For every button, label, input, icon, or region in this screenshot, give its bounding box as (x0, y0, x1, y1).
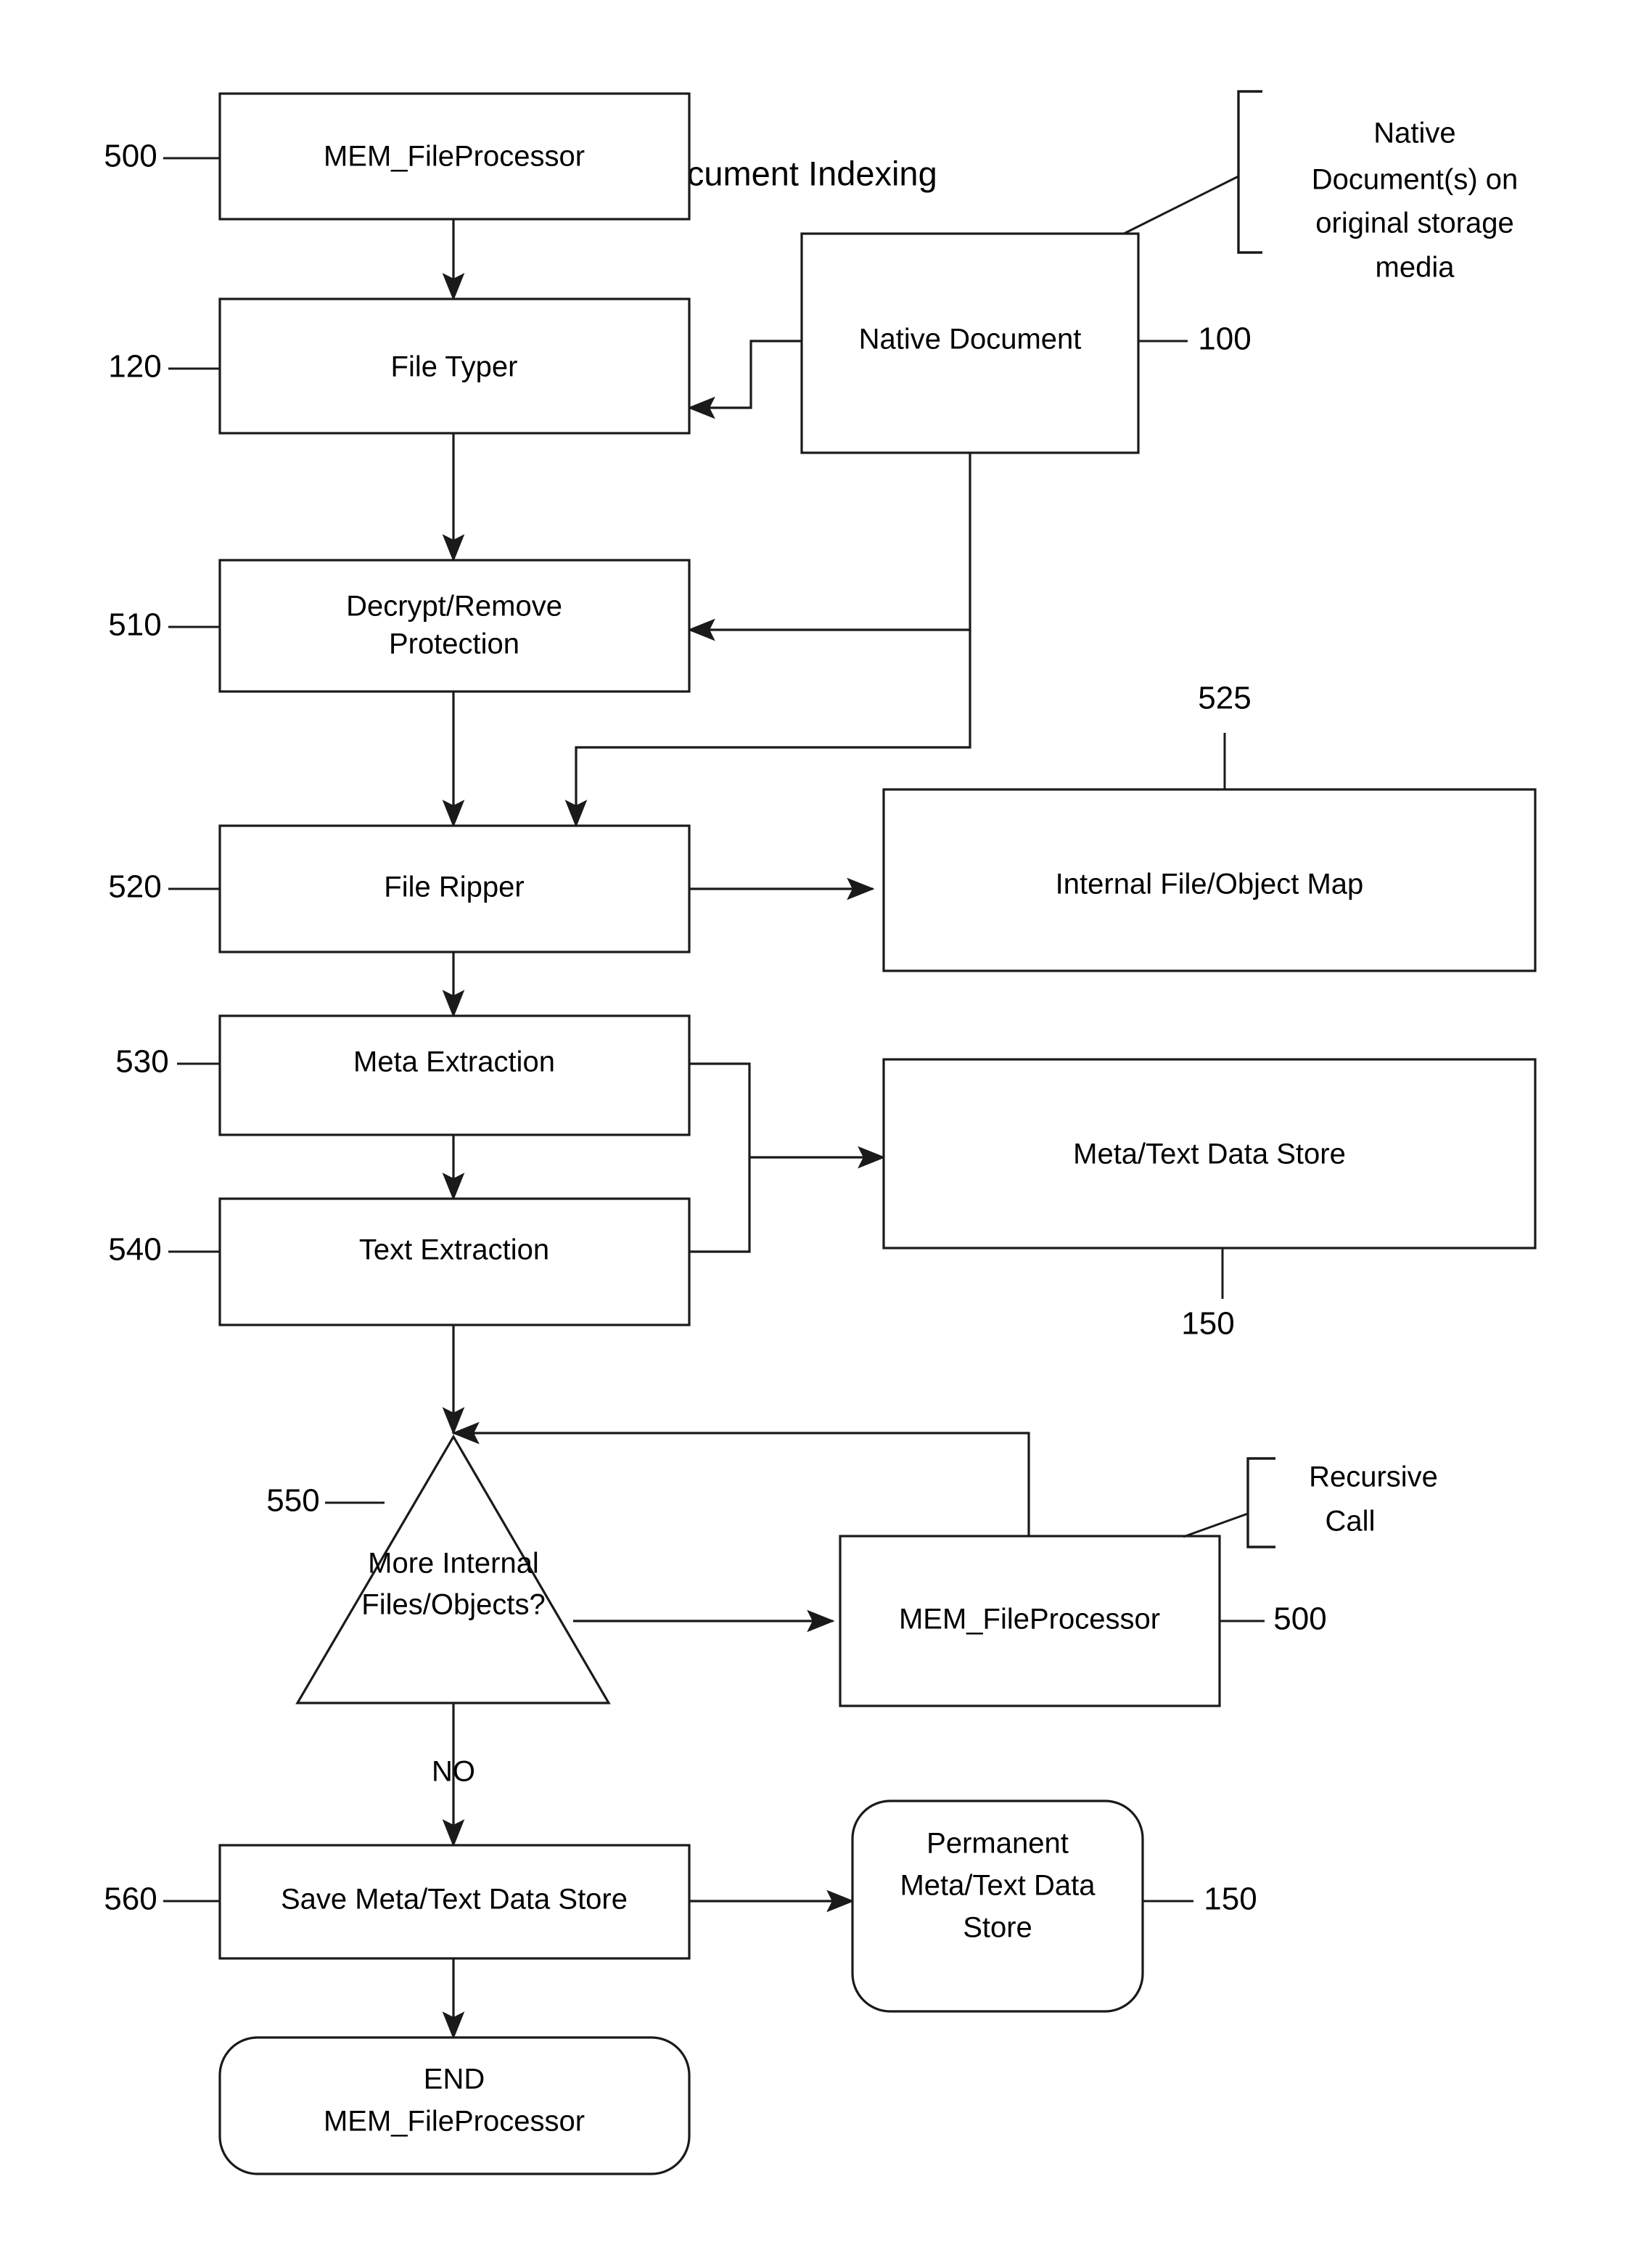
node-label-file-ripper: File Ripper (384, 871, 524, 903)
node-decrypt-remove-protection[interactable] (218, 559, 691, 693)
ref-number-recursive: 500 (1273, 1601, 1326, 1637)
node-label-end-line2: MEM_FileProcessor (324, 2106, 585, 2138)
leader-native-document-note (1123, 175, 1239, 235)
ref-number-save: 560 (104, 1881, 157, 1917)
connector-nativedoc-to-decrypt (687, 453, 971, 641)
node-label-permanent-line1: Permanent (926, 1828, 1069, 1860)
ref-number-start: 500 (104, 139, 157, 174)
node-label-start-mem-fileprocessor: MEM_FileProcessor (324, 141, 585, 173)
node-label-native-document: Native Document (859, 324, 1082, 356)
ref-number-decision: 550 (266, 1483, 319, 1519)
connector-meta-to-bus (689, 1062, 751, 1157)
node-label-decision-line1: More Internal (368, 1548, 539, 1580)
leader-recursive-call-note (1183, 1512, 1249, 1538)
node-label-meta-text-data-store: Meta/Text Data Store (1073, 1138, 1346, 1170)
node-label-text-extraction: Text Extraction (359, 1234, 549, 1266)
node-label-decision-line2: Files/Objects? (361, 1589, 545, 1621)
node-label-file-typer: File Typer (391, 351, 518, 383)
node-label-end-line1: END (424, 2064, 485, 2096)
ref-number-file-typer: 120 (108, 349, 161, 385)
flowchart-page: Thin Document Indexing MEM_FileProcessor… (0, 0, 1652, 2253)
node-label-decrypt-line2: Protection (389, 628, 519, 660)
thin-document-indexing-flowchart: Thin Document Indexing MEM_FileProcessor… (104, 90, 1537, 2175)
annotation-recursive-call-line2: Call (1326, 1506, 1376, 1538)
connector-text-to-bus (689, 1157, 751, 1253)
ref-number-internal-map: 525 (1198, 681, 1251, 716)
ref-number-meta-extraction: 530 (115, 1044, 168, 1080)
node-label-recursive-mem-fileprocessor: MEM_FileProcessor (899, 1604, 1160, 1636)
node-label-meta-extraction: Meta Extraction (353, 1046, 555, 1078)
ref-number-native-document: 100 (1198, 321, 1251, 357)
node-label-permanent-line3: Store (963, 1912, 1032, 1944)
annotation-native-doc-line4: media (1376, 252, 1455, 284)
node-label-permanent-line2: Meta/Text Data (900, 1870, 1096, 1902)
connector-nativedoc-to-filetyper (687, 340, 802, 419)
bracket-native-document-note (1237, 90, 1262, 254)
bracket-recursive-call-note (1246, 1457, 1275, 1548)
ref-number-meta-text-data-store: 150 (1181, 1306, 1234, 1342)
annotation-native-doc-line3: original storage (1315, 208, 1514, 239)
connector-recursive-loopback (451, 1421, 1030, 1536)
annotation-native-doc-line1: Native (1373, 118, 1455, 149)
ref-number-permanent-store: 150 (1204, 1881, 1257, 1917)
node-label-decrypt-line1: Decrypt/Remove (346, 591, 562, 623)
edge-label-decision-no: NO (432, 1756, 475, 1788)
annotation-recursive-call-line1: Recursive (1309, 1461, 1438, 1493)
ref-number-file-ripper: 520 (108, 869, 161, 905)
ref-number-decrypt: 510 (108, 607, 161, 643)
ref-number-text-extraction: 540 (108, 1232, 161, 1268)
annotation-native-doc-line2: Document(s) on (1312, 164, 1519, 196)
node-label-save-meta-text-data-store: Save Meta/Text Data Store (281, 1884, 628, 1916)
node-label-internal-file-object-map: Internal File/Object Map (1056, 869, 1364, 900)
